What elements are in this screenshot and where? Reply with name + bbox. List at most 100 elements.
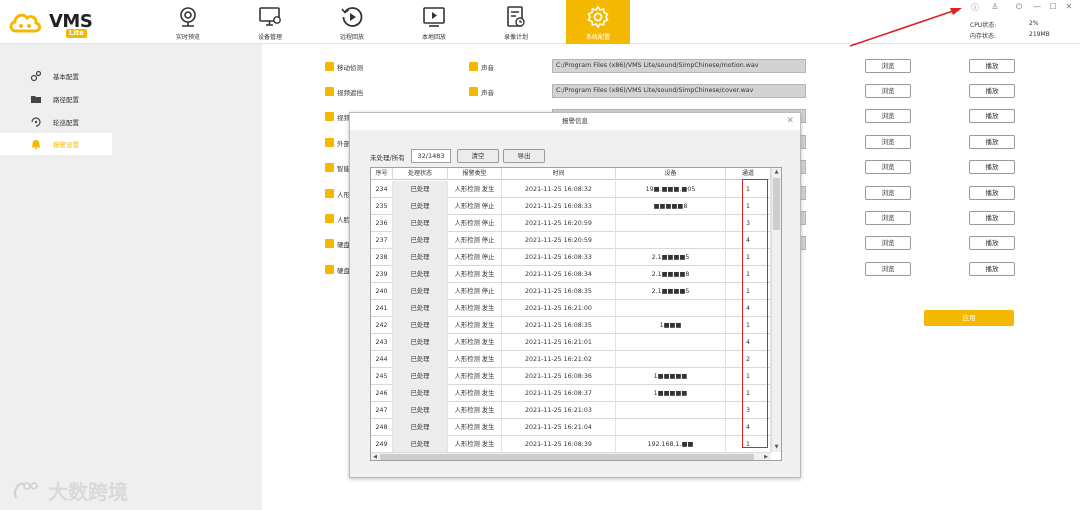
sidebar-item-basic-config[interactable]: 基本配置 bbox=[0, 65, 112, 87]
apply-button[interactable]: 应用 bbox=[924, 310, 1014, 326]
cell-time: 2021-11-25 16:08:35 bbox=[502, 317, 616, 334]
scroll-down-icon[interactable]: ▼ bbox=[773, 443, 780, 451]
table-row[interactable]: 245 已处理 人形检测 发生 2021-11-25 16:08:36 1■■■■■ 1 bbox=[371, 368, 771, 385]
column-header[interactable]: 时间 bbox=[502, 168, 616, 180]
sound-enable-checkbox[interactable] bbox=[469, 62, 478, 71]
user-icon[interactable]: ♙ bbox=[989, 2, 1001, 11]
clear-button[interactable]: 清空 bbox=[457, 149, 499, 163]
browse-button[interactable]: 浏览 bbox=[865, 109, 911, 123]
alarm-enable-checkbox[interactable] bbox=[325, 163, 334, 172]
browse-button[interactable]: 浏览 bbox=[865, 211, 911, 225]
table-row[interactable]: 234 已处理 人形检测 发生 2021-11-25 16:08:32 19■.■■■.… bbox=[371, 181, 771, 198]
info-icon[interactable]: ⓘ bbox=[969, 2, 981, 13]
alarm-enable-checkbox[interactable] bbox=[325, 112, 334, 121]
alarm-enable-checkbox[interactable] bbox=[325, 138, 334, 147]
table-row[interactable]: 236 已处理 人形检测 停止 2021-11-25 16:20:59 3 bbox=[371, 215, 771, 232]
cell-state: 已处理 bbox=[393, 198, 448, 215]
scroll-thumb[interactable] bbox=[773, 178, 780, 230]
play-button[interactable]: 播放 bbox=[969, 211, 1015, 225]
cell-device: 1■■■ bbox=[616, 317, 726, 334]
scroll-thumb[interactable] bbox=[380, 454, 754, 460]
browse-button[interactable]: 浏览 bbox=[865, 186, 911, 200]
browse-button[interactable]: 浏览 bbox=[865, 84, 911, 98]
cell-time: 2021-11-25 16:08:32 bbox=[502, 181, 616, 198]
horizontal-scrollbar[interactable]: ◀ ▶ bbox=[371, 452, 771, 460]
cell-channel: 1 bbox=[726, 283, 771, 300]
cell-channel: 1 bbox=[726, 436, 771, 453]
cell-device bbox=[616, 402, 726, 419]
play-button[interactable]: 播放 bbox=[969, 109, 1015, 123]
column-header[interactable]: 报警类型 bbox=[448, 168, 502, 180]
sound-path-field[interactable]: C:/Program Files (x86)/VMS Lite/sound/Si… bbox=[552, 84, 806, 98]
nav-record-schedule[interactable]: 录像计划 bbox=[484, 0, 548, 44]
scroll-right-icon[interactable]: ▶ bbox=[762, 453, 770, 460]
cloud-logo-icon bbox=[9, 13, 42, 33]
nav-local-playback[interactable]: 本地回放 bbox=[402, 0, 466, 44]
alarm-enable-checkbox[interactable] bbox=[325, 87, 334, 96]
nav-label: 系统配置 bbox=[585, 34, 610, 41]
minimize-icon[interactable]: — bbox=[1031, 2, 1043, 11]
play-button[interactable]: 播放 bbox=[969, 160, 1015, 174]
close-icon[interactable]: ✕ bbox=[1063, 2, 1075, 11]
browse-button[interactable]: 浏览 bbox=[865, 160, 911, 174]
play-button[interactable]: 播放 bbox=[969, 262, 1015, 276]
cell-no: 236 bbox=[371, 215, 393, 232]
alarm-enable-checkbox[interactable] bbox=[325, 62, 334, 71]
browse-button[interactable]: 浏览 bbox=[865, 262, 911, 276]
alarm-enable-checkbox[interactable] bbox=[325, 265, 334, 274]
cell-type: 人形检测 停止 bbox=[448, 249, 502, 266]
table-row[interactable]: 249 已处理 人形检测 发生 2021-11-25 16:08:39 192.168.… bbox=[371, 436, 771, 453]
column-header[interactable]: 序号 bbox=[371, 168, 393, 180]
browse-button[interactable]: 浏览 bbox=[865, 236, 911, 250]
alarm-info-dialog: 报警信息 ✕ 未处理/所有 32/1483 清空 导出 序号 处理状态 报警类型… bbox=[349, 112, 801, 478]
scroll-left-icon[interactable]: ◀ bbox=[371, 453, 379, 460]
play-button[interactable]: 播放 bbox=[969, 59, 1015, 73]
scroll-up-icon[interactable]: ▲ bbox=[773, 168, 780, 176]
cell-no: 246 bbox=[371, 385, 393, 402]
logo-badge: Lite bbox=[66, 29, 87, 38]
play-button[interactable]: 播放 bbox=[969, 84, 1015, 98]
table-row[interactable]: 235 已处理 人形检测 停止 2021-11-25 16:08:33 ■■■■■8 1 bbox=[371, 198, 771, 215]
table-row[interactable]: 244 已处理 人形检测 发生 2021-11-25 16:21:02 2 bbox=[371, 351, 771, 368]
alarm-enable-checkbox[interactable] bbox=[325, 214, 334, 223]
play-button[interactable]: 播放 bbox=[969, 186, 1015, 200]
browse-button[interactable]: 浏览 bbox=[865, 135, 911, 149]
play-button[interactable]: 播放 bbox=[969, 236, 1015, 250]
watermark-text: 大数跨境 bbox=[48, 480, 128, 504]
sidebar-item-cycle-config[interactable]: 轮巡配置 bbox=[0, 111, 112, 133]
nav-live-view[interactable]: 实时预览 bbox=[156, 0, 220, 44]
table-row[interactable]: 237 已处理 人形检测 停止 2021-11-25 16:20:59 4 bbox=[371, 232, 771, 249]
cell-no: 248 bbox=[371, 419, 393, 436]
column-header[interactable]: 通道 bbox=[726, 168, 771, 180]
alarm-enable-checkbox[interactable] bbox=[325, 239, 334, 248]
sound-enable-checkbox[interactable] bbox=[469, 87, 478, 96]
table-row[interactable]: 246 已处理 人形检测 发生 2021-11-25 16:08:37 1■■■■■ 1 bbox=[371, 385, 771, 402]
table-row[interactable]: 242 已处理 人形检测 发生 2021-11-25 16:08:35 1■■■ 1 bbox=[371, 317, 771, 334]
play-screen-icon bbox=[423, 7, 445, 27]
sidebar-item-path-config[interactable]: 路径配置 bbox=[0, 88, 112, 110]
maximize-icon[interactable]: ☐ bbox=[1047, 2, 1059, 11]
sidebar-item-alarm-settings[interactable]: 报警设置 bbox=[0, 133, 112, 155]
browse-button[interactable]: 浏览 bbox=[865, 59, 911, 73]
nav-system-config[interactable]: 系统配置 bbox=[566, 0, 630, 44]
table-row[interactable]: 238 已处理 人形检测 停止 2021-11-25 16:08:33 2.1■■■■5… bbox=[371, 249, 771, 266]
table-row[interactable]: 240 已处理 人形检测 停止 2021-11-25 16:08:35 2.1■■■■5… bbox=[371, 283, 771, 300]
alarm-enable-checkbox[interactable] bbox=[325, 189, 334, 198]
table-row[interactable]: 243 已处理 人形检测 发生 2021-11-25 16:21:01 4 bbox=[371, 334, 771, 351]
column-header[interactable]: 处理状态 bbox=[393, 168, 448, 180]
nav-device-management[interactable]: 设备管理 bbox=[238, 0, 302, 44]
export-button[interactable]: 导出 bbox=[503, 149, 545, 163]
power-icon[interactable]: ⏻ bbox=[1013, 2, 1025, 12]
column-header[interactable]: 设备 bbox=[616, 168, 726, 180]
table-row[interactable]: 248 已处理 人形检测 发生 2021-11-25 16:21:04 4 bbox=[371, 419, 771, 436]
play-button[interactable]: 播放 bbox=[969, 135, 1015, 149]
cell-state: 已处理 bbox=[393, 283, 448, 300]
cell-time: 2021-11-25 16:21:03 bbox=[502, 402, 616, 419]
vertical-scrollbar[interactable]: ▲ ▼ bbox=[771, 168, 781, 452]
table-row[interactable]: 247 已处理 人形检测 发生 2021-11-25 16:21:03 3 bbox=[371, 402, 771, 419]
table-row[interactable]: 241 已处理 人形检测 发生 2021-11-25 16:21:00 4 bbox=[371, 300, 771, 317]
sound-path-field[interactable]: C:/Program Files (x86)/VMS Lite/sound/Si… bbox=[552, 59, 806, 73]
close-icon[interactable]: ✕ bbox=[786, 116, 794, 126]
nav-remote-playback[interactable]: 远程回放 bbox=[320, 0, 384, 44]
table-row[interactable]: 239 已处理 人形检测 发生 2021-11-25 16:08:34 2.1■■■■8… bbox=[371, 266, 771, 283]
